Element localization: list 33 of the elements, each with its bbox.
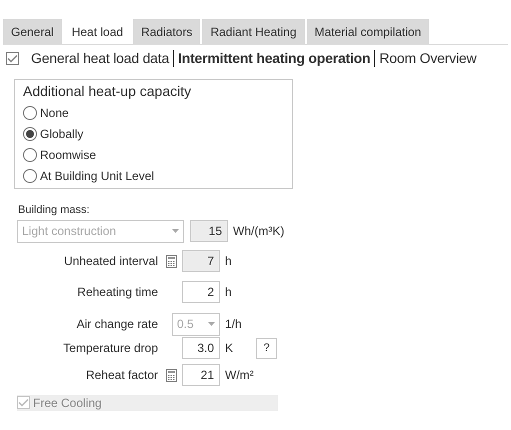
tab[interactable]: Material compilation: [306, 19, 430, 44]
help-button[interactable]: ?: [256, 338, 277, 358]
number-field[interactable]: 3.0: [182, 337, 220, 359]
unit-label: 1/h: [224, 316, 242, 333]
section-link[interactable]: Room Overview: [375, 48, 480, 68]
number-field[interactable]: 2: [182, 281, 220, 303]
section-link[interactable]: General heat load data: [27, 48, 174, 68]
unit-label: h: [224, 253, 232, 270]
tab[interactable]: Radiant Heating: [202, 19, 304, 44]
group-title: Additional heat-up capacity: [23, 82, 192, 101]
tab[interactable]: General: [3, 19, 62, 44]
tab[interactable]: Radiators: [133, 19, 200, 44]
radio-option[interactable]: Roomwise: [23, 144, 96, 165]
radio-option[interactable]: None: [23, 102, 69, 123]
field-label: Temperature drop: [62, 340, 159, 357]
field-label: Unheated interval: [62, 253, 159, 270]
unit-label: K: [224, 340, 234, 357]
caret-icon: [208, 322, 215, 326]
field-label: Reheating time: [76, 284, 159, 301]
section-link[interactable]: Intermittent heating operation: [174, 48, 374, 68]
field-label: Building mass:: [18, 203, 91, 218]
calculator-icon[interactable]: [166, 369, 177, 382]
field-label: Air change rate: [76, 316, 159, 333]
unit-label: h: [224, 284, 232, 301]
caret-icon: [172, 229, 179, 233]
radio-option[interactable]: At Building Unit Level: [23, 165, 154, 186]
field-label: Reheat factor: [84, 367, 159, 384]
radio-option[interactable]: Globally: [23, 123, 84, 144]
checkbox[interactable]: [6, 52, 19, 64]
unit-label: Wh/(m³K): [232, 223, 284, 240]
unit-label: W/m²: [224, 367, 254, 384]
checkbox-label: Free Cooling: [33, 394, 102, 412]
number-field[interactable]: 21: [182, 364, 220, 386]
